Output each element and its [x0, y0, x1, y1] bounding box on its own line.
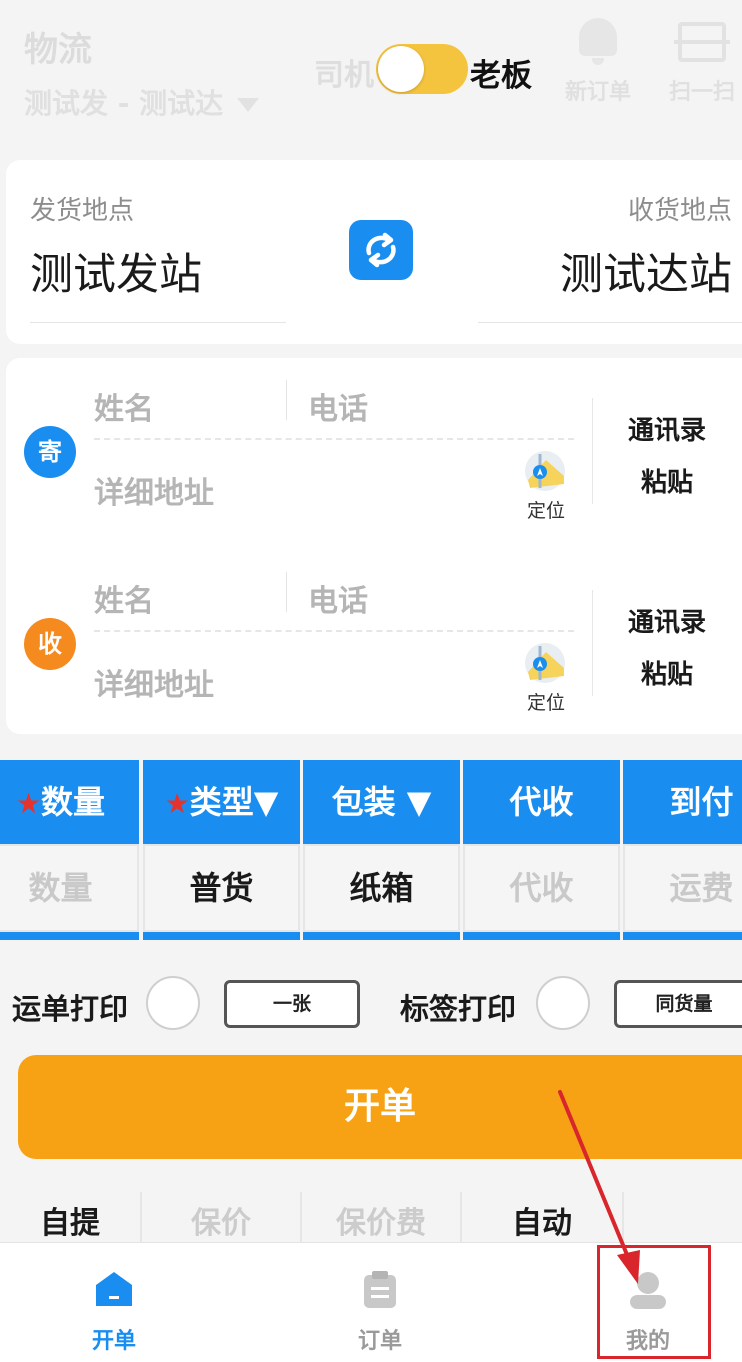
goods-col-quantity: ★数量 数量 — [0, 760, 139, 940]
stations-card: 发货地点 测试发站 收货地点 测试达站 — [6, 160, 742, 344]
from-station-underline — [30, 322, 286, 323]
waybill-print-radio[interactable] — [146, 976, 200, 1030]
tag-print-label: 标签打印 — [400, 992, 517, 1026]
annotation-highlight-box — [597, 1245, 711, 1359]
waybill-print-count-select[interactable]: 一张 — [224, 980, 360, 1028]
self-pickup-option[interactable]: 自提 — [0, 1192, 140, 1242]
tag-print-radio[interactable] — [536, 976, 590, 1030]
tab-create-order[interactable]: 开单 — [54, 1243, 174, 1362]
tab-label: 开单 — [91, 1329, 136, 1354]
sender-badge: 寄 — [24, 426, 76, 478]
route-selector[interactable]: 测试发 - 测试达 — [24, 82, 260, 122]
extra-divider — [622, 1192, 624, 1242]
contacts-card: 寄 姓名 电话 详细地址 定位 通讯录 粘贴 收 姓名 电话 详细地址 定位 通… — [6, 358, 742, 734]
goods-header-cod: 代收 — [463, 760, 620, 844]
auto-option[interactable]: 自动 — [462, 1192, 622, 1242]
goods-bottom-bar — [143, 932, 300, 940]
route-label: 测试发 - 测试达 — [24, 87, 224, 120]
create-order-button[interactable]: 开单 — [18, 1055, 742, 1159]
goods-input-packaging[interactable]: 纸箱 — [303, 844, 460, 932]
tag-print-count-select[interactable]: 同货量 — [614, 980, 742, 1028]
sender-locate-label: 定位 — [526, 500, 565, 522]
sender-field-divider — [286, 380, 287, 420]
role-boss-label: 老板 — [470, 58, 532, 94]
goods-input-cod[interactable]: 代收 — [463, 844, 620, 932]
goods-header-quantity: ★数量 — [0, 760, 139, 844]
receiver-name-input[interactable]: 姓名 — [94, 576, 154, 620]
tab-label: 订单 — [357, 1329, 402, 1354]
clipboard-icon — [364, 1271, 396, 1308]
receiver-phone-input[interactable]: 电话 — [308, 576, 368, 620]
sender-name-input[interactable]: 姓名 — [94, 384, 154, 428]
insurance-fee-input[interactable]: 保价费 — [302, 1192, 460, 1242]
goods-header-label: 数量 — [41, 783, 106, 821]
goods-input-quantity[interactable]: 数量 — [0, 844, 139, 932]
goods-grid: ★数量 数量 ★类型▼ 普货 包装 ▼ 纸箱 代收 代收 到付 运费 — [0, 760, 742, 940]
bell-icon — [579, 18, 617, 65]
from-station-label: 发货地点 — [30, 196, 135, 226]
goods-header-packaging[interactable]: 包装 ▼ — [303, 760, 460, 844]
scan-label: 扫一扫 — [668, 80, 735, 105]
from-station-value[interactable]: 测试发站 — [30, 240, 202, 302]
to-station-value[interactable]: 测试达站 — [560, 240, 732, 302]
role-toggle[interactable] — [376, 44, 468, 94]
sender-address-input[interactable]: 详细地址 — [94, 468, 214, 512]
goods-col-type: ★类型▼ 普货 — [143, 760, 300, 940]
new-order-button[interactable]: 新订单 — [558, 14, 638, 114]
to-station-underline — [478, 322, 742, 323]
goods-input-type[interactable]: 普货 — [143, 844, 300, 932]
goods-bottom-bar — [463, 932, 620, 940]
receiver-badge: 收 — [24, 618, 76, 670]
app-title: 物流 — [24, 30, 92, 70]
top-header: 物流 测试发 - 测试达 司机 老板 新订单 扫一扫 — [0, 0, 742, 150]
sender-contacts-button[interactable]: 通讯录 — [602, 410, 732, 447]
sender-phone-input[interactable]: 电话 — [308, 384, 368, 428]
receiver-paste-button[interactable]: 粘贴 — [602, 654, 732, 691]
scan-icon — [674, 22, 730, 62]
scan-button[interactable]: 扫一扫 — [662, 14, 742, 114]
receiver-address-input[interactable]: 详细地址 — [94, 660, 214, 704]
sender-locate-button[interactable]: 定位 — [522, 450, 570, 526]
map-pin-icon — [525, 643, 565, 683]
waybill-print-label: 运单打印 — [12, 992, 129, 1026]
receiver-action-divider — [592, 590, 593, 696]
goods-bottom-bar — [303, 932, 460, 940]
goods-bottom-bar — [0, 932, 139, 940]
required-star-icon: ★ — [164, 787, 190, 820]
insurance-input[interactable]: 保价 — [142, 1192, 300, 1242]
required-star-icon: ★ — [15, 787, 42, 820]
swap-icon — [366, 232, 396, 268]
toggle-knob — [378, 46, 424, 92]
extra-options-row: 自提 保价 保价费 自动 — [0, 1192, 742, 1242]
goods-col-cod: 代收 代收 — [463, 760, 620, 940]
goods-header-type[interactable]: ★类型▼ — [143, 760, 300, 844]
map-pin-icon — [525, 451, 565, 491]
receiver-field-divider — [286, 572, 287, 612]
goods-bottom-bar — [623, 932, 742, 940]
role-driver-label: 司机 — [314, 58, 374, 93]
sender-dashed-line — [94, 438, 574, 440]
goods-col-packaging: 包装 ▼ 纸箱 — [303, 760, 460, 940]
new-order-label: 新订单 — [564, 80, 631, 105]
caret-down-icon — [237, 98, 260, 112]
print-options-row: 运单打印 一张 标签打印 同货量 — [0, 970, 742, 1040]
app-screen: 物流 测试发 - 测试达 司机 老板 新订单 扫一扫 发货地点 测试发站 收货地… — [0, 0, 742, 1362]
swap-stations-button[interactable] — [349, 220, 413, 280]
goods-col-freight: 到付 运费 — [623, 760, 742, 940]
sender-action-divider — [592, 398, 593, 504]
house-icon — [96, 1272, 132, 1306]
receiver-locate-label: 定位 — [526, 692, 565, 714]
goods-input-freight[interactable]: 运费 — [623, 844, 742, 932]
goods-header-freight: 到付 — [623, 760, 742, 844]
receiver-dashed-line — [94, 630, 574, 632]
receiver-contacts-button[interactable]: 通讯录 — [602, 602, 732, 639]
receiver-locate-button[interactable]: 定位 — [522, 642, 570, 718]
goods-header-label: 类型▼ — [189, 783, 279, 821]
sender-paste-button[interactable]: 粘贴 — [602, 462, 732, 499]
tab-orders[interactable]: 订单 — [320, 1243, 440, 1362]
to-station-label: 收货地点 — [627, 196, 732, 226]
